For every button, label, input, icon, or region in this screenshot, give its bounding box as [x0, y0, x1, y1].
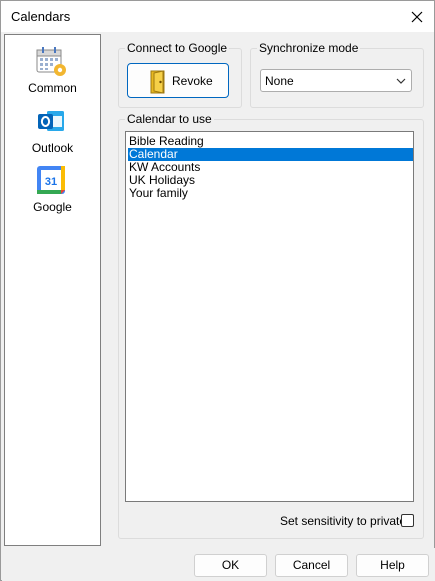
window-title: Calendars — [11, 9, 71, 24]
revoke-button-label: Revoke — [172, 74, 213, 88]
sync-group-label: Synchronize mode — [257, 41, 361, 55]
cancel-button[interactable]: Cancel — [275, 554, 348, 577]
sidebar-item-label: Outlook — [31, 141, 74, 155]
calendar-gear-icon — [36, 47, 66, 76]
calendar-list[interactable]: Bible Reading Calendar KW Accounts UK Ho… — [125, 131, 414, 502]
google-calendar-icon: 31 — [37, 166, 65, 194]
private-checkbox-label: Set sensitivity to private — [280, 514, 407, 528]
sidebar-item-label: Common — [28, 81, 77, 95]
chevron-down-icon — [396, 78, 406, 84]
sync-mode-value: None — [265, 74, 294, 88]
private-checkbox[interactable] — [401, 514, 414, 527]
sync-mode-select[interactable]: None — [260, 69, 412, 92]
sidebar-item-google[interactable]: 31 Google — [5, 158, 100, 216]
door-icon — [150, 70, 165, 94]
ok-button[interactable]: OK — [194, 554, 267, 577]
revoke-button[interactable]: Revoke — [127, 63, 229, 98]
google-calendar-badge: 31 — [45, 176, 57, 188]
outlook-icon — [38, 111, 64, 131]
calendars-dialog: Calendars Common Outlook 31 Google Conne… — [0, 0, 435, 581]
sidebar: Common Outlook 31 Google — [4, 34, 101, 546]
help-button[interactable]: Help — [356, 554, 429, 577]
close-button[interactable] — [400, 1, 434, 32]
sidebar-item-outlook[interactable]: Outlook — [5, 99, 100, 157]
sidebar-item-common[interactable]: Common — [5, 39, 100, 97]
close-icon — [411, 11, 423, 22]
connect-group-label: Connect to Google — [125, 41, 230, 55]
title-bar: Calendars — [1, 1, 434, 32]
list-item[interactable]: Your family — [128, 187, 413, 200]
calendar-group-label: Calendar to use — [125, 112, 214, 126]
sidebar-item-label: Google — [33, 200, 72, 214]
